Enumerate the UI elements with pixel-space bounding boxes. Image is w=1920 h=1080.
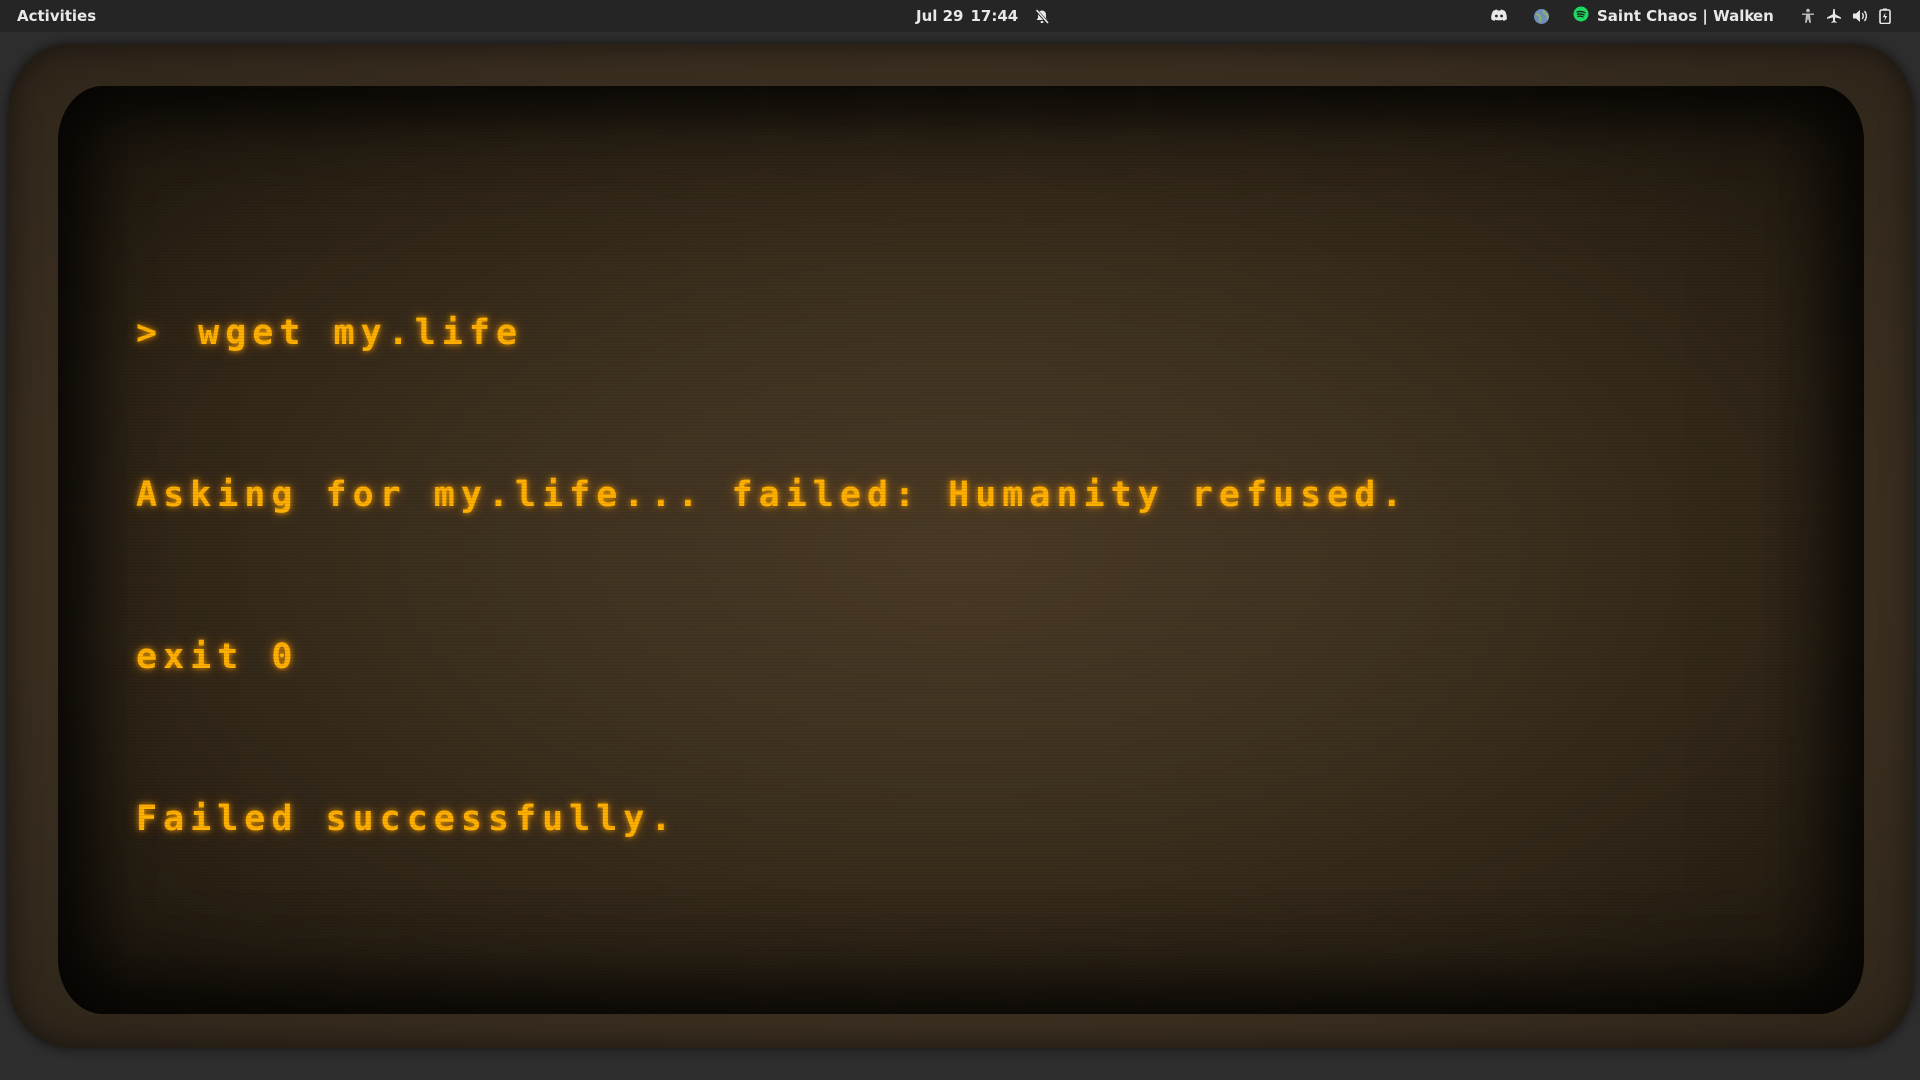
bell-off-icon [1035,8,1050,24]
status-tray-right [1800,6,1901,26]
command-line: > wget my.life [136,306,1408,360]
terminal-output: > wget my.life Asking for my.life... fai… [136,198,1408,954]
keyboard-language[interactable]: en [1753,7,1774,25]
battery-icon[interactable] [1879,8,1891,24]
command-text: wget my.life [198,313,524,353]
spotify-icon [1573,6,1589,26]
clock-button[interactable]: Jul 29 17:44 [916,7,1050,25]
status-tray-left: Saint Chaos | Walk [1490,6,1754,26]
top-bar: Activities Jul 29 17:44 Saint Chaos | Wa… [0,0,1920,32]
output-line: exit 0 [136,637,299,677]
output-line: Asking for my.life... failed: Humanity r… [136,475,1409,515]
clock-time: 17:44 [970,7,1019,25]
activities-button[interactable]: Activities [17,7,96,25]
airplane-mode-icon[interactable] [1826,8,1842,24]
globe-icon[interactable] [1533,8,1550,25]
terminal-screen[interactable]: > wget my.life Asking for my.life... fai… [58,86,1864,1014]
media-title: Saint Chaos | Walk [1597,7,1755,25]
clock-date: Jul 29 [916,7,964,25]
prompt-symbol: > [136,313,164,353]
media-indicator[interactable]: Saint Chaos | Walk [1573,6,1754,26]
accessibility-icon[interactable] [1800,8,1816,24]
discord-icon[interactable] [1490,9,1508,23]
volume-icon[interactable] [1852,8,1869,24]
output-line: Failed successfully. [136,799,678,839]
crt-bezel: > wget my.life Asking for my.life... fai… [8,44,1914,1048]
